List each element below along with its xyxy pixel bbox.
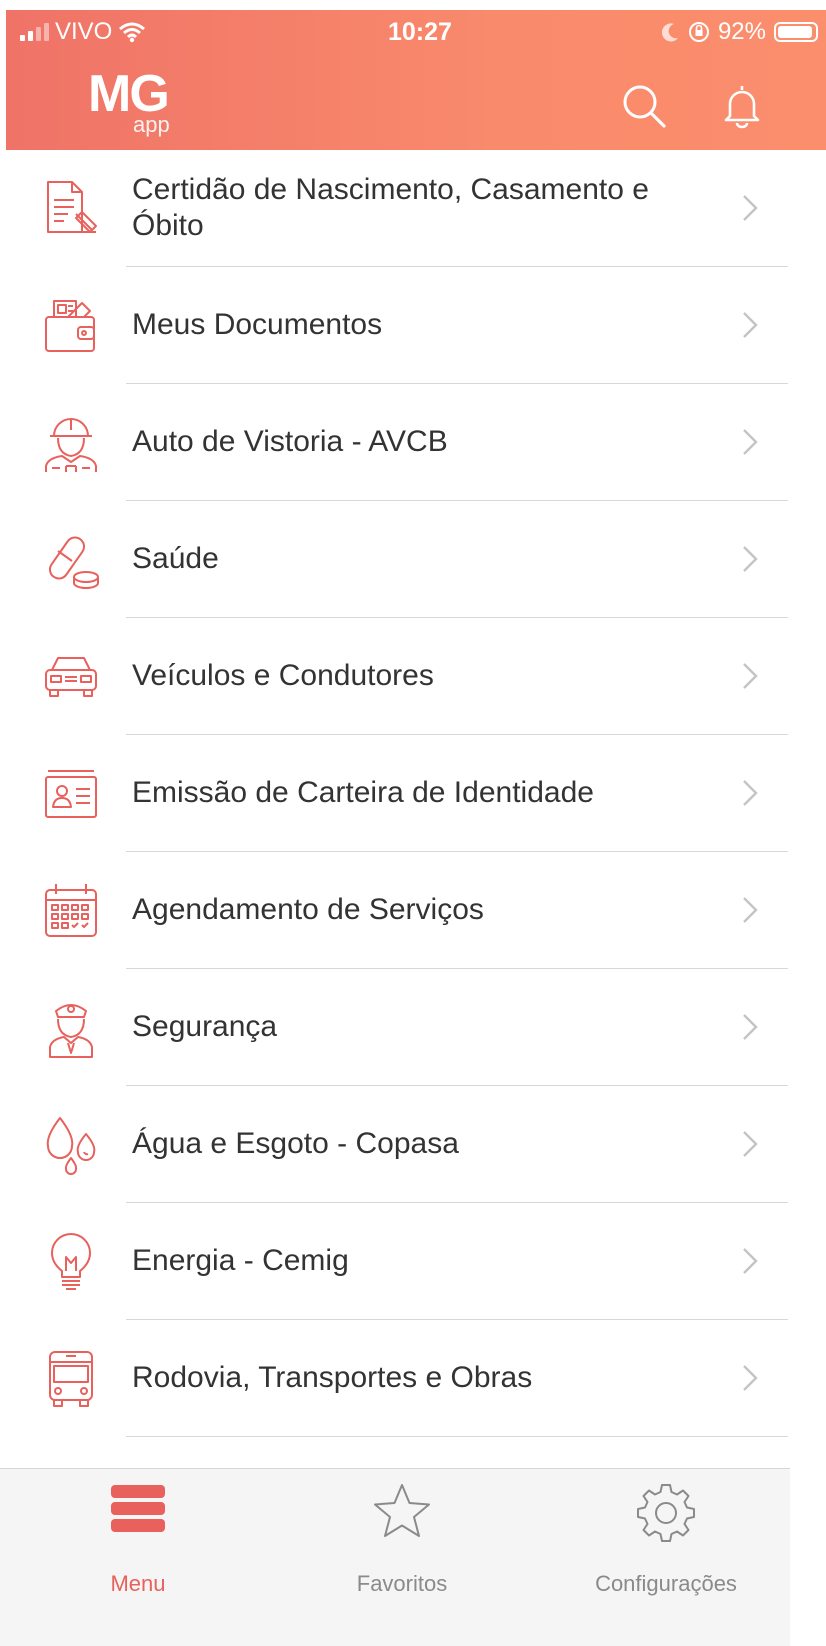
search-icon[interactable]	[620, 82, 668, 130]
tab-menu[interactable]: Menu	[38, 1469, 238, 1646]
status-time: 10:27	[388, 18, 452, 46]
menu-item-energia[interactable]: Energia - Cemig	[0, 1203, 788, 1320]
chevron-right-icon	[743, 897, 758, 923]
menu-item-agua-esgoto[interactable]: Água e Esgoto - Copasa	[0, 1086, 788, 1203]
menu-item-label: Certidão de Nascimento, Casamento e Óbit…	[132, 173, 649, 242]
divider	[126, 1436, 788, 1437]
menu-item-rodovia[interactable]: Rodovia, Transportes e Obras	[0, 1320, 788, 1437]
orientation-lock-icon	[688, 22, 709, 42]
bus-icon	[49, 1351, 93, 1407]
status-bar: VIVO 10:27 92%	[6, 10, 826, 54]
menu-item-label: Segurança	[132, 1010, 278, 1043]
menu-item-carteira-identidade[interactable]: Emissão de Carteira de Identidade	[0, 735, 788, 852]
chevron-right-icon	[743, 312, 758, 338]
wallet-documents-icon	[45, 300, 95, 352]
mg-app-logo: MG app	[88, 65, 170, 137]
car-icon	[45, 657, 97, 697]
menu-item-label: Água e Esgoto - Copasa	[132, 1127, 459, 1160]
moon-icon	[661, 23, 678, 42]
tab-configuracoes-label: Configurações	[595, 1571, 737, 1596]
menu-item-saude[interactable]: Saúde	[0, 501, 788, 618]
chevron-right-icon	[743, 780, 758, 806]
tab-favoritos[interactable]: Favoritos	[302, 1469, 502, 1646]
bell-icon[interactable]	[718, 82, 766, 130]
menu-item-certidao[interactable]: Certidão de Nascimento, Casamento e Óbit…	[0, 150, 788, 267]
menu-item-label: Veículos e Condutores	[132, 659, 434, 692]
menu-item-label: Meus Documentos	[132, 308, 383, 341]
chevron-right-icon	[743, 429, 758, 455]
firefighter-icon	[45, 418, 97, 472]
chevron-right-icon	[743, 1014, 758, 1040]
calendar-icon	[45, 884, 97, 937]
tab-configuracoes[interactable]: Configurações	[566, 1469, 766, 1646]
signal-icon	[20, 23, 49, 41]
menu-item-label: Saúde	[132, 542, 219, 575]
menu-item-label: Rodovia, Transportes e Obras	[132, 1361, 533, 1394]
star-icon	[374, 1484, 430, 1537]
menu-item-seguranca[interactable]: Segurança	[0, 969, 788, 1086]
gear-icon	[637, 1484, 695, 1542]
menu-item-avcb[interactable]: Auto de Vistoria - AVCB	[0, 384, 788, 501]
battery-icon	[774, 22, 818, 42]
police-officer-icon	[49, 1004, 93, 1058]
tab-bar: Menu Favoritos Configurações	[0, 1468, 790, 1646]
menu-item-veiculos[interactable]: Veículos e Condutores	[0, 618, 788, 735]
menu-icon	[111, 1485, 165, 1532]
menu-item-label: Agendamento de Serviços	[132, 893, 484, 926]
tab-menu-label: Menu	[110, 1571, 166, 1596]
app-header: VIVO 10:27 92% MG app	[6, 10, 826, 150]
chevron-right-icon	[743, 1131, 758, 1157]
menu-item-agendamento[interactable]: Agendamento de Serviços	[0, 852, 788, 969]
menu-item-label: Energia - Cemig	[132, 1244, 349, 1277]
light-bulb-icon	[51, 1233, 91, 1290]
wifi-icon	[119, 22, 146, 43]
chevron-right-icon	[743, 195, 758, 221]
menu-item-label: Auto de Vistoria - AVCB	[132, 425, 448, 458]
chevron-right-icon	[743, 1248, 758, 1274]
carrier-name: VIVO	[55, 18, 113, 45]
id-card-icon	[45, 770, 97, 818]
services-menu-list: Certidão de Nascimento, Casamento e Óbit…	[0, 150, 788, 1437]
chevron-right-icon	[743, 663, 758, 689]
tab-favoritos-label: Favoritos	[356, 1571, 448, 1596]
chevron-right-icon	[743, 546, 758, 572]
menu-item-meus-documentos[interactable]: Meus Documentos	[0, 267, 788, 384]
battery-percentage: 92%	[717, 18, 766, 45]
certificate-document-icon	[47, 181, 97, 233]
pill-icon	[48, 536, 99, 589]
water-drops-icon	[46, 1117, 96, 1175]
chevron-right-icon	[743, 1365, 758, 1391]
menu-item-label: Emissão de Carteira de Identidade	[132, 776, 594, 809]
